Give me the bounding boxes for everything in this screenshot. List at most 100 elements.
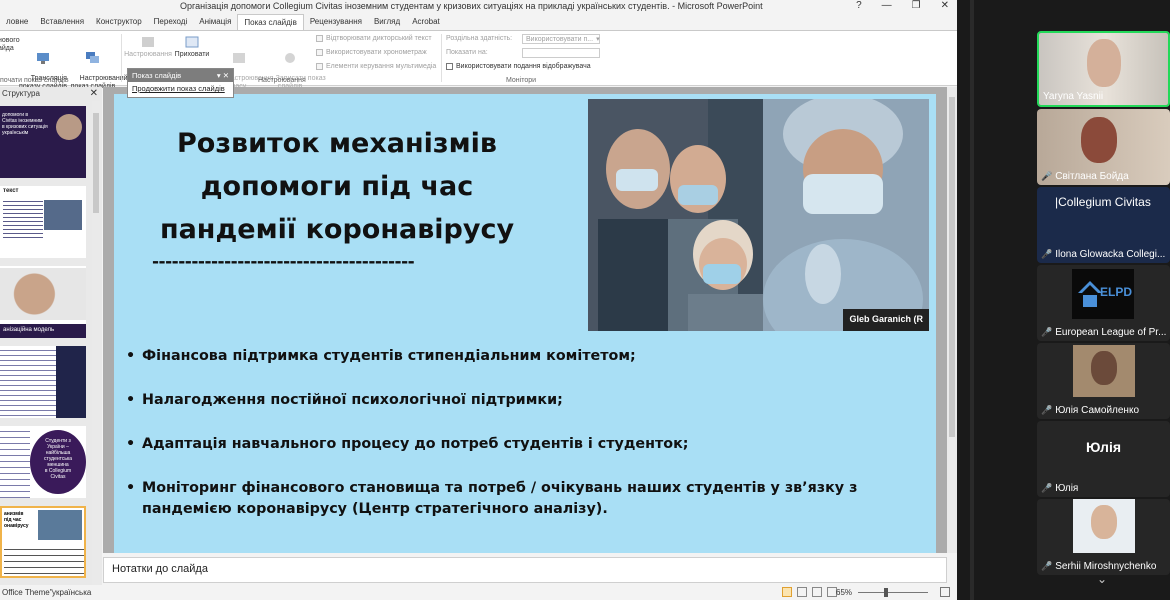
minimize-icon[interactable]: — bbox=[882, 0, 892, 11]
thumbnails-scrollbar[interactable] bbox=[92, 101, 100, 585]
separator bbox=[441, 34, 442, 82]
powerpoint-window: Організація допомоги Collegium Civitas і… bbox=[0, 0, 957, 600]
current-slide[interactable]: Розвиток механізмів допомоги під час пан… bbox=[114, 94, 936, 553]
zoom-slider-handle[interactable] bbox=[884, 588, 888, 597]
pandemic-photo-image bbox=[588, 99, 929, 331]
setup-icon bbox=[142, 37, 154, 47]
bullet-item: Моніторинг фінансового становища та потр… bbox=[126, 478, 916, 520]
participant-face bbox=[1091, 351, 1117, 385]
show-on-select[interactable] bbox=[522, 48, 600, 58]
record-icon bbox=[285, 53, 295, 63]
close-icon[interactable]: ✕ bbox=[90, 88, 98, 99]
chevron-down-icon[interactable]: ⌄ bbox=[1097, 572, 1107, 586]
tab-slideshow[interactable]: Показ слайдів bbox=[237, 14, 304, 30]
tab-design[interactable]: Конструктор bbox=[90, 14, 148, 30]
help-icon[interactable]: ? bbox=[856, 0, 862, 11]
thumbnail-image bbox=[44, 200, 82, 230]
normal-view-icon[interactable] bbox=[782, 587, 792, 597]
resolution-select[interactable]: Використовувати п... ▾ bbox=[522, 34, 600, 44]
tab-animations[interactable]: Анімація bbox=[193, 14, 237, 30]
participant-name: 🎤 Юлія bbox=[1041, 483, 1079, 494]
participant-face bbox=[1091, 505, 1117, 539]
language-indicator[interactable]: українська bbox=[52, 588, 91, 597]
mic-muted-icon: 🎤 bbox=[1041, 561, 1053, 571]
hide-slide-button[interactable]: Приховати bbox=[172, 35, 212, 59]
participant-tile[interactable]: |Collegium Civitas 🎤 Ilona Glowacka Colle… bbox=[1037, 187, 1170, 263]
tab-transitions[interactable]: Переході bbox=[148, 14, 194, 30]
bullet-item: Адаптація навчального процесу до потреб … bbox=[126, 434, 916, 455]
bullet-item: Налагодження постійної психологічної під… bbox=[126, 390, 916, 411]
reading-view-icon[interactable] bbox=[812, 587, 822, 597]
resume-slideshow-link[interactable]: Продовжити показ слайдів bbox=[128, 82, 233, 95]
fit-slide-icon[interactable] bbox=[940, 587, 950, 597]
scrollbar-thumb[interactable] bbox=[949, 97, 955, 437]
participant-tile[interactable]: 🎤 Світлана Бойда bbox=[1037, 109, 1170, 185]
slide-title[interactable]: Розвиток механізмів допомоги під час пан… bbox=[134, 122, 540, 251]
participant-tile[interactable]: Yaryna Yasnii bbox=[1037, 31, 1170, 107]
popup-controls[interactable]: ▾ ✕ bbox=[217, 71, 229, 80]
participant-photo bbox=[1073, 345, 1135, 397]
tab-insert[interactable]: Вставлення bbox=[34, 14, 90, 30]
group-label-start: почати показ слайдів bbox=[0, 77, 69, 84]
bullet-list[interactable]: Фінансова підтримка студентів стипендіал… bbox=[126, 346, 916, 543]
participant-tile[interactable]: Юлія 🎤 Юлія bbox=[1037, 421, 1170, 497]
group-label-setup: Настроювання bbox=[258, 77, 306, 84]
notes-placeholder: Нотатки до слайда bbox=[112, 563, 208, 575]
window-title: Організація допомоги Collegium Civitas і… bbox=[180, 1, 763, 11]
checkbox-icon bbox=[316, 35, 323, 42]
slide-divider: ---------------------------------------- bbox=[152, 252, 415, 272]
zoom-level[interactable]: 65% bbox=[836, 588, 852, 597]
setup-show-button[interactable]: Настроювання bbox=[123, 35, 173, 59]
mic-muted-icon: 🎤 bbox=[1041, 327, 1053, 337]
checkbox-presenter-view[interactable]: Використовувати подання відображувача bbox=[446, 63, 591, 70]
thumbnail-slide[interactable]: допомоги в Civitas іноземним в кризових … bbox=[0, 106, 86, 178]
thumbnail-text-lines bbox=[4, 544, 84, 574]
outline-tab[interactable]: Структура ✕ bbox=[0, 87, 102, 101]
notes-pane[interactable]: Нотатки до слайда bbox=[103, 557, 947, 583]
participant-tile[interactable]: 🎤 Serhii Miroshnychenko bbox=[1037, 499, 1170, 575]
thumbnail-image bbox=[56, 346, 86, 418]
restore-icon[interactable]: ❐ bbox=[912, 0, 921, 11]
gallery-divider bbox=[970, 0, 974, 600]
checkbox-narrations[interactable]: Відтворювати дикторський текст bbox=[316, 35, 432, 42]
from-slide-button[interactable]: нового айда bbox=[0, 37, 20, 53]
separator bbox=[121, 34, 122, 82]
thumbnail-slide[interactable]: Студенти з України – найбільша студентсь… bbox=[0, 426, 86, 498]
thumbnail-slide[interactable]: анізаційна модель bbox=[0, 266, 86, 338]
mic-muted-icon: 🎤 bbox=[1041, 249, 1053, 259]
thumbnail-image bbox=[38, 510, 82, 540]
custom-show-icon bbox=[86, 52, 99, 63]
resolution-label: Роздільна здатність: bbox=[446, 35, 513, 42]
tab-acrobat[interactable]: Acrobat bbox=[406, 14, 446, 30]
participant-name: 🎤 Ilona Glowacka Collegi... bbox=[1041, 249, 1166, 260]
tab-view[interactable]: Вигляд bbox=[368, 14, 406, 30]
participant-face bbox=[1087, 39, 1121, 87]
thumbnail-text-lines bbox=[0, 426, 30, 498]
tab-review[interactable]: Рецензування bbox=[304, 14, 368, 30]
mic-muted-icon: 🎤 bbox=[1041, 171, 1053, 181]
thumbnail-text-lines bbox=[0, 346, 56, 418]
thumbnail-slide[interactable] bbox=[0, 346, 86, 418]
hide-slide-icon bbox=[185, 36, 199, 48]
show-on-label: Показати на: bbox=[446, 49, 488, 56]
thumbnail-slide[interactable]: текст bbox=[0, 186, 86, 258]
participant-name: Yaryna Yasnii bbox=[1043, 91, 1104, 102]
popup-header: Показ слайдів ▾ ✕ bbox=[128, 69, 233, 82]
close-icon[interactable]: ✕ bbox=[941, 0, 949, 11]
zoom-slider[interactable] bbox=[858, 592, 928, 593]
sorter-view-icon[interactable] bbox=[797, 587, 807, 597]
participant-face bbox=[1081, 117, 1117, 163]
participant-name: 🎤 European League of Pr... bbox=[1041, 327, 1167, 338]
scrollbar-thumb[interactable] bbox=[93, 113, 99, 213]
checkbox-timings[interactable]: Використовувати хронометраж bbox=[316, 49, 427, 56]
tab-home[interactable]: ловне bbox=[0, 14, 34, 30]
slide-scrollbar[interactable] bbox=[947, 87, 957, 553]
slide-photo[interactable]: Gleb Garanich (R bbox=[588, 99, 929, 331]
group-label-monitors: Монітори bbox=[506, 77, 537, 84]
slide-editor: Розвиток механізмів допомоги під час пан… bbox=[103, 87, 947, 553]
participant-tile[interactable]: 🎤 Юлія Самойленко bbox=[1037, 343, 1170, 419]
checkbox-media-controls[interactable]: Елементи керування мультимедіа bbox=[316, 63, 436, 70]
elpd-logo: ELPD bbox=[1072, 269, 1134, 319]
thumbnail-slide-current[interactable]: анизмів під час онавірусу bbox=[0, 506, 86, 578]
participant-tile[interactable]: ELPD 🎤 European League of Pr... bbox=[1037, 265, 1170, 341]
